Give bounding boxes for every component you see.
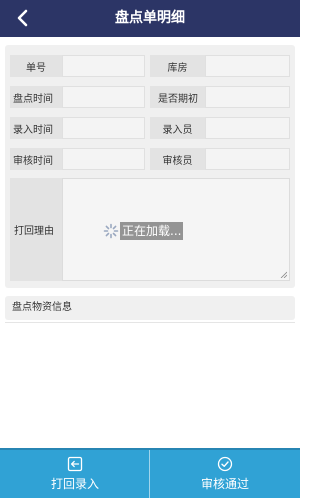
page-title: 盘点单明细	[115, 10, 185, 26]
label-reject-reason: 打回理由	[10, 178, 62, 281]
reject-to-entry-button[interactable]: 打回录入	[0, 450, 150, 498]
label-inventory-time: 盘点时间	[10, 86, 62, 108]
return-icon	[67, 456, 83, 472]
check-circle-icon	[217, 456, 233, 472]
section-divider	[5, 322, 295, 323]
field-entry-user[interactable]	[205, 117, 290, 139]
field-entry-time[interactable]	[62, 117, 145, 139]
approve-button[interactable]: 审核通过	[150, 450, 300, 498]
title-bar: 盘点单明细	[0, 0, 300, 37]
label-entry-user: 录入员	[150, 117, 205, 139]
bottom-action-bar: 打回录入 审核通过	[0, 448, 300, 498]
label-is-opening: 是否期初	[150, 86, 205, 108]
field-order-no[interactable]	[62, 55, 145, 77]
order-detail-form: 单号 库房 盘点时间 是否期初 录入时间 录入员 审核时间 审核员 打回理由	[5, 45, 295, 288]
field-is-opening[interactable]	[205, 86, 290, 108]
field-inventory-time[interactable]	[62, 86, 145, 108]
loading-indicator: 正在加载...	[103, 222, 184, 240]
label-order-no: 单号	[10, 55, 62, 77]
inventory-items-section: 盘点物资信息	[5, 296, 295, 320]
label-review-time: 审核时间	[10, 148, 62, 170]
field-reviewer[interactable]	[205, 148, 290, 170]
field-warehouse[interactable]	[205, 55, 290, 77]
spinner-icon	[103, 223, 119, 239]
reject-to-entry-label: 打回录入	[50, 477, 99, 491]
section-title: 盘点物资信息	[12, 302, 72, 313]
label-warehouse: 库房	[150, 55, 205, 77]
loading-text: 正在加载...	[120, 222, 184, 240]
field-review-time[interactable]	[62, 148, 145, 170]
resize-grip-icon[interactable]	[280, 271, 287, 278]
label-reviewer: 审核员	[150, 148, 205, 170]
label-entry-time: 录入时间	[10, 117, 62, 139]
approve-label: 审核通过	[200, 477, 249, 491]
